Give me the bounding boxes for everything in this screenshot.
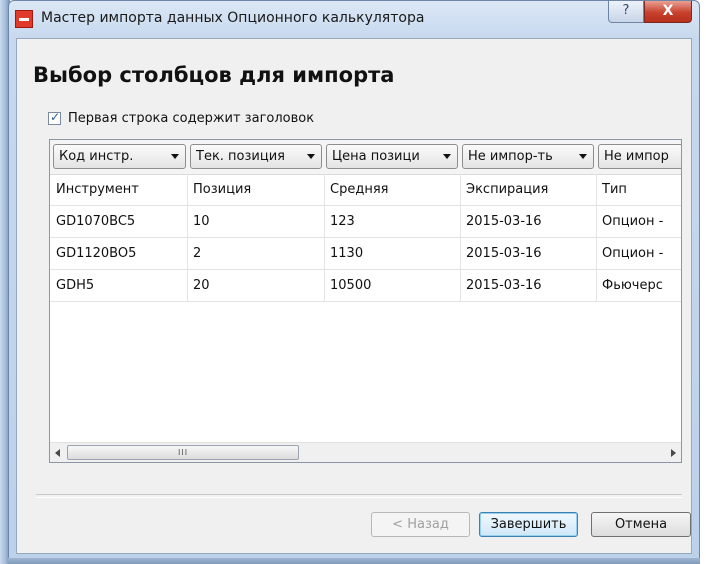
- title-bar[interactable]: Мастер импорта данных Опционного калькул…: [9, 1, 699, 37]
- column-divider: [596, 174, 597, 302]
- chevron-down-icon: [307, 154, 315, 159]
- column-selector-value: Код инстр.: [59, 149, 134, 164]
- page-title: Выбор столбцов для импорта: [33, 63, 395, 87]
- column-selector-4[interactable]: Не импор-ть: [462, 144, 594, 169]
- import-columns-table: Код инстр. Тек. позиция Цена позици Не и…: [49, 139, 682, 463]
- window-title: Мастер импорта данных Опционного калькул…: [41, 10, 425, 26]
- table-cell: 2015-03-16: [466, 214, 542, 229]
- window-bottom-frame: [8, 558, 700, 564]
- table-cell: 2015-03-16: [466, 246, 542, 261]
- table-row[interactable]: GD1070BC5 10 123 2015-03-16 Опцион -: [50, 206, 681, 238]
- table-cell: 123: [330, 214, 355, 229]
- first-row-header-checkbox[interactable]: ✓: [48, 110, 61, 125]
- table-cell: Экспирация: [466, 182, 549, 197]
- column-selector-value: Цена позици: [332, 149, 420, 164]
- checkmark-icon: ✓: [50, 110, 61, 124]
- scroll-left-icon[interactable]: [55, 449, 60, 457]
- close-icon: X: [662, 3, 674, 19]
- column-selector-2[interactable]: Тек. позиция: [190, 144, 322, 169]
- table-cell: GD1120BO5: [56, 246, 137, 261]
- column-selector-value: Тек. позиция: [196, 149, 285, 164]
- finish-button[interactable]: Завершить: [479, 512, 578, 537]
- table-cell: 2: [193, 246, 202, 261]
- table-row[interactable]: GDH5 20 10500 2015-03-16 Фьючерс: [50, 270, 681, 302]
- table-cell: Тип: [602, 182, 627, 197]
- help-icon: ?: [622, 3, 630, 18]
- footer-separator: [36, 494, 682, 498]
- close-button[interactable]: X: [644, 1, 692, 23]
- table-cell: 1130: [330, 246, 364, 261]
- column-divider: [460, 174, 461, 302]
- scroll-right-icon[interactable]: [671, 449, 676, 457]
- chevron-down-icon: [171, 154, 179, 159]
- horizontal-scrollbar[interactable]: III: [50, 442, 681, 462]
- scrollbar-grip: III: [178, 448, 189, 457]
- table-row[interactable]: GD1120BO5 2 1130 2015-03-16 Опцион -: [50, 238, 681, 270]
- scrollbar-thumb[interactable]: III: [67, 445, 299, 460]
- column-selector-1[interactable]: Код инстр.: [53, 144, 186, 169]
- table-cell: 10500: [330, 278, 372, 293]
- cancel-button[interactable]: Отмена: [591, 512, 691, 537]
- column-selector-value: Не импор: [604, 149, 669, 164]
- table-cell: Опцион -: [602, 246, 664, 261]
- table-cell: GDH5: [56, 278, 95, 293]
- column-selector-row: Код инстр. Тек. позиция Цена позици Не и…: [50, 140, 681, 175]
- column-divider: [187, 174, 188, 302]
- chevron-down-icon: [579, 154, 587, 159]
- table-cell: Инструмент: [56, 182, 139, 197]
- first-row-header-label[interactable]: Первая строка содержит заголовок: [68, 111, 314, 126]
- column-selector-3[interactable]: Цена позици: [326, 144, 458, 169]
- table-row[interactable]: Инструмент Позиция Средняя Экспирация Ти…: [50, 174, 681, 206]
- chevron-down-icon: [443, 154, 451, 159]
- column-selector-value: Не импор-ть: [468, 149, 553, 164]
- column-divider: [324, 174, 325, 302]
- table-cell: Средняя: [330, 182, 389, 197]
- help-button[interactable]: ?: [608, 1, 644, 23]
- table-cell: GD1070BC5: [56, 214, 136, 229]
- table-cell: Позиция: [193, 182, 252, 197]
- app-icon: [15, 10, 33, 28]
- back-button[interactable]: < Назад: [371, 512, 470, 537]
- table-cell: 10: [193, 214, 210, 229]
- table-cell: 20: [193, 278, 210, 293]
- table-cell: Фьючерс: [602, 278, 663, 293]
- table-cell: Опцион -: [602, 214, 664, 229]
- table-cell: 2015-03-16: [466, 278, 542, 293]
- column-selector-5[interactable]: Не импор: [598, 144, 681, 169]
